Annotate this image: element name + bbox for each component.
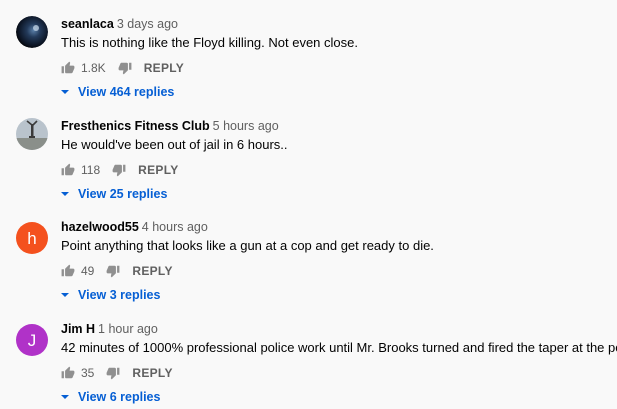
avatar-letter: h xyxy=(27,228,37,248)
thumb-down-icon xyxy=(106,367,120,380)
like-button[interactable] xyxy=(61,264,75,278)
like-count: 49 xyxy=(81,264,95,278)
view-replies-label: View 464 replies xyxy=(78,85,175,99)
avatar-image xyxy=(16,118,48,150)
like-count: 1.8K xyxy=(81,61,106,75)
comment-actions: 1.8K REPLY xyxy=(61,58,184,78)
comment-text: Point anything that looks like a gun at … xyxy=(61,238,434,253)
reply-button[interactable]: REPLY xyxy=(138,163,178,177)
caret-down-icon xyxy=(61,394,69,400)
view-replies-button[interactable]: View 3 replies xyxy=(61,285,160,305)
reply-button[interactable]: REPLY xyxy=(132,366,172,380)
comment-time[interactable]: 5 hours ago xyxy=(213,119,279,133)
dislike-button[interactable] xyxy=(106,264,120,278)
thumb-up-icon xyxy=(61,61,75,74)
like-count: 118 xyxy=(81,163,101,177)
comment-time[interactable]: 1 hour ago xyxy=(98,322,158,336)
like-button[interactable] xyxy=(61,366,75,380)
author-name[interactable]: seanlaca xyxy=(61,17,114,31)
comment-header: Jim H1 hour ago xyxy=(61,321,158,337)
comment-header: hazelwood55 4 hours ago xyxy=(61,219,208,235)
author-name[interactable]: hazelwood55 xyxy=(61,220,139,234)
thumb-up-icon xyxy=(61,163,75,176)
avatar[interactable] xyxy=(16,118,48,150)
thumb-down-icon xyxy=(118,62,132,75)
comment-header: seanlaca 3 days ago xyxy=(61,16,178,32)
like-button[interactable] xyxy=(61,163,75,177)
thumb-down-icon xyxy=(106,265,120,278)
view-replies-label: View 6 replies xyxy=(78,390,161,404)
caret-down-icon xyxy=(61,292,69,298)
thumb-up-icon xyxy=(61,264,75,277)
dislike-button[interactable] xyxy=(106,366,120,380)
thumb-up-icon xyxy=(61,366,75,379)
comment-text: He would've been out of jail in 6 hours.… xyxy=(61,137,288,152)
dislike-button[interactable] xyxy=(118,61,132,75)
reply-button[interactable]: REPLY xyxy=(144,61,184,75)
caret-down-icon xyxy=(61,191,69,197)
avatar[interactable]: h xyxy=(16,222,48,254)
view-replies-button[interactable]: View 464 replies xyxy=(61,82,174,102)
caret-down-icon xyxy=(61,89,69,95)
avatar[interactable] xyxy=(16,16,48,48)
thumb-down-icon xyxy=(112,164,126,177)
avatar-letter: J xyxy=(27,330,37,350)
author-name[interactable]: Jim H xyxy=(61,322,95,336)
comments-section: seanlaca 3 days ago This is nothing like … xyxy=(0,0,617,409)
view-replies-button[interactable]: View 6 replies xyxy=(61,387,160,407)
dislike-button[interactable] xyxy=(112,163,126,177)
comment-text: This is nothing like the Floyd killing. … xyxy=(61,35,358,50)
view-replies-label: View 3 replies xyxy=(78,288,161,302)
view-replies-label: View 25 replies xyxy=(78,187,168,201)
avatar[interactable]: J xyxy=(16,324,48,356)
comment-text: 42 minutes of 1000% professional police … xyxy=(61,340,617,355)
comment-actions: 35 REPLY xyxy=(61,363,173,383)
reply-button[interactable]: REPLY xyxy=(132,264,172,278)
view-replies-button[interactable]: View 25 replies xyxy=(61,184,167,204)
comment-time[interactable]: 3 days ago xyxy=(117,17,178,31)
like-count: 35 xyxy=(81,366,95,380)
like-button[interactable] xyxy=(61,61,75,75)
comment-time[interactable]: 4 hours ago xyxy=(142,220,208,234)
author-name[interactable]: Fresthenics Fitness Club xyxy=(61,119,210,133)
avatar-image xyxy=(16,16,48,48)
comment-header: Fresthenics Fitness Club 5 hours ago xyxy=(61,118,279,134)
comment-actions: 49 REPLY xyxy=(61,261,173,281)
comment-actions: 118 REPLY xyxy=(61,160,179,180)
